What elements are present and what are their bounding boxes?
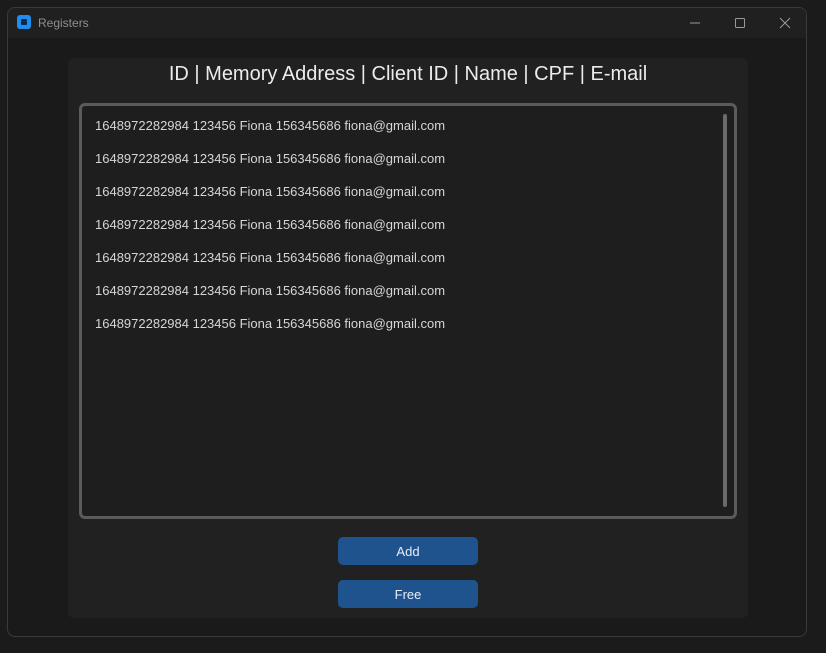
list-item[interactable]: 1648972282984 123456 Fiona 156345686 fio… [95,151,445,184]
vertical-scrollbar[interactable] [723,114,727,507]
minimize-icon [690,22,700,24]
app-icon [17,15,31,29]
close-button[interactable] [762,8,806,38]
app-window: Registers ID | Memory Address | Client I… [7,7,807,637]
add-button[interactable]: Add [338,537,478,565]
list-item[interactable]: 1648972282984 123456 Fiona 156345686 fio… [95,217,445,250]
minimize-button[interactable] [672,8,718,38]
maximize-button[interactable] [717,8,763,38]
close-icon [779,17,791,29]
registers-panel: ID | Memory Address | Client ID | Name |… [68,58,748,618]
free-button[interactable]: Free [338,580,478,608]
window-title: Registers [38,16,89,30]
registers-listbox[interactable]: 1648972282984 123456 Fiona 156345686 fio… [79,103,737,519]
column-header: ID | Memory Address | Client ID | Name |… [168,63,648,85]
list-item[interactable]: 1648972282984 123456 Fiona 156345686 fio… [95,250,445,283]
list-item[interactable]: 1648972282984 123456 Fiona 156345686 fio… [95,118,445,151]
list-item[interactable]: 1648972282984 123456 Fiona 156345686 fio… [95,283,445,316]
maximize-icon [735,18,745,28]
title-bar[interactable]: Registers [8,8,806,38]
registers-list: 1648972282984 123456 Fiona 156345686 fio… [95,118,445,349]
list-item[interactable]: 1648972282984 123456 Fiona 156345686 fio… [95,316,445,349]
list-item[interactable]: 1648972282984 123456 Fiona 156345686 fio… [95,184,445,217]
